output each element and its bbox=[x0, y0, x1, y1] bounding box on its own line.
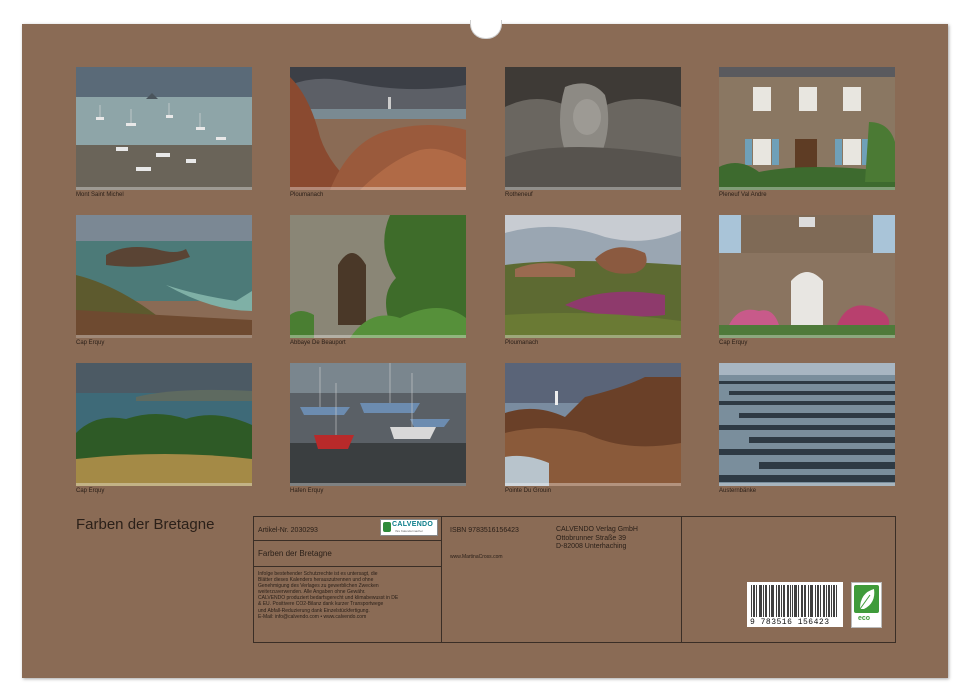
photo-abbaye-de-beauport[interactable] bbox=[290, 215, 466, 338]
info-frame-row-1 bbox=[253, 540, 441, 541]
photo-cap-erquy-1[interactable] bbox=[76, 215, 252, 338]
photo-caption: Hafen Erquy bbox=[290, 488, 324, 494]
photo-caption: Pleneuf Val Andre bbox=[719, 192, 767, 198]
photo-cap-erquy-2[interactable] bbox=[719, 215, 895, 338]
photo-caption: Ploumanach bbox=[290, 192, 324, 198]
photo-ploumanach[interactable] bbox=[290, 67, 466, 190]
photo-pleneuf-val-andre[interactable] bbox=[719, 67, 895, 190]
photo-caption: Abbaye De Beauport bbox=[290, 340, 346, 346]
isbn: ISBN 9783516156423 bbox=[450, 527, 519, 534]
photo-caption: Pointe Du Grouin bbox=[505, 488, 552, 494]
isbn-barcode: 9 783516 156423 bbox=[747, 582, 843, 627]
photo-caption: Ploumanach bbox=[505, 340, 539, 346]
calendar-back-page: Mont Saint Michel Ploumanach Rotheneuf P… bbox=[22, 24, 948, 678]
product-title: Farben der Bretagne bbox=[258, 549, 332, 558]
publisher-address: CALVENDO Verlag GmbH Ottobrunner Straße … bbox=[556, 526, 638, 550]
info-frame-top bbox=[253, 516, 896, 517]
photo-cap-erquy-3[interactable] bbox=[76, 363, 252, 486]
photo-caption: Cap Erquy bbox=[76, 488, 105, 494]
barcode-number: 9 783516 156423 bbox=[750, 618, 830, 627]
photo-austernbaenke[interactable] bbox=[719, 363, 895, 486]
info-frame-bottom bbox=[253, 642, 896, 643]
photographer-website[interactable]: www.MartinaCross.com bbox=[450, 554, 503, 560]
calvendo-logo: CALVENDO Ihre Kalendermacher bbox=[380, 519, 438, 536]
calvendo-leaf-icon bbox=[383, 522, 391, 532]
info-frame-divider-2 bbox=[681, 516, 682, 643]
photo-caption: Cap Erquy bbox=[76, 340, 105, 346]
info-frame-left bbox=[253, 516, 254, 643]
photo-pointe-du-grouin[interactable] bbox=[505, 363, 681, 486]
article-number: Artikel-Nr. 2030293 bbox=[258, 527, 318, 534]
legal-notice: Infolge bestehender Schutzrechte ist es … bbox=[258, 571, 399, 620]
info-frame-right bbox=[895, 516, 896, 643]
photo-rotheneuf[interactable] bbox=[505, 67, 681, 190]
photo-mont-saint-michel[interactable] bbox=[76, 67, 252, 190]
photo-caption: Mont Saint Michel bbox=[76, 192, 124, 198]
eco-label: eco bbox=[851, 582, 882, 628]
info-frame-row-2 bbox=[253, 566, 441, 567]
photo-caption: Austernbänke bbox=[719, 488, 757, 494]
calendar-title: Farben der Bretagne bbox=[76, 516, 215, 533]
photo-caption: Cap Erquy bbox=[719, 340, 748, 346]
eco-leaf-icon bbox=[854, 585, 879, 613]
info-frame-divider-1 bbox=[441, 516, 442, 643]
photo-ploumanach-2[interactable] bbox=[505, 215, 681, 338]
photo-hafen-erquy[interactable] bbox=[290, 363, 466, 486]
photo-caption: Rotheneuf bbox=[505, 192, 533, 198]
